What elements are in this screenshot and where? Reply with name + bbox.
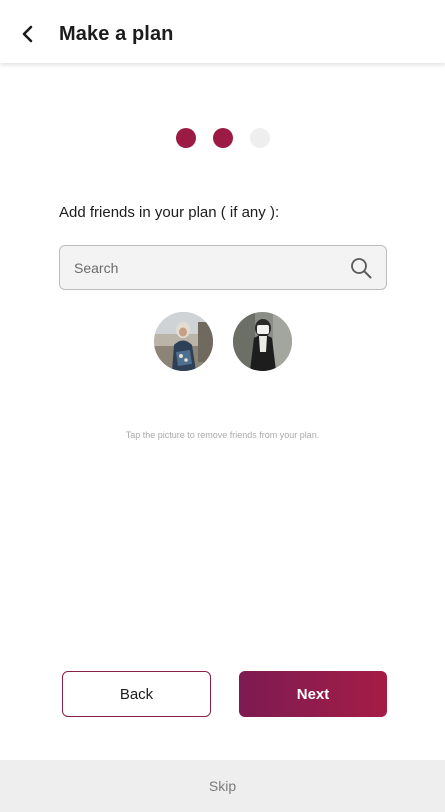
friend-avatar-2[interactable] [233, 312, 292, 371]
friend-avatar-1[interactable] [154, 312, 213, 371]
arrow-left-icon[interactable] [16, 22, 40, 46]
step-dot-1 [176, 128, 196, 148]
app-header: Make a plan [0, 0, 445, 63]
skip-label: Skip [208, 778, 237, 794]
step-indicator [0, 128, 445, 148]
add-friends-prompt: Add friends in your plan ( if any ): [59, 204, 280, 221]
page-title: Make a plan [59, 23, 174, 45]
step-dot-3 [250, 128, 270, 148]
next-button[interactable]: Next [239, 671, 387, 717]
step-dot-2 [213, 128, 233, 148]
search-input[interactable] [74, 246, 334, 289]
search-field[interactable] [59, 245, 387, 290]
make-plan-screen: Make a plan Add friends in your plan ( i… [0, 0, 445, 812]
skip-button[interactable]: Skip [0, 760, 445, 812]
remove-friends-hint: Tap the picture to remove friends from y… [125, 430, 320, 440]
search-icon[interactable] [350, 257, 372, 279]
back-button[interactable]: Back [62, 671, 211, 717]
